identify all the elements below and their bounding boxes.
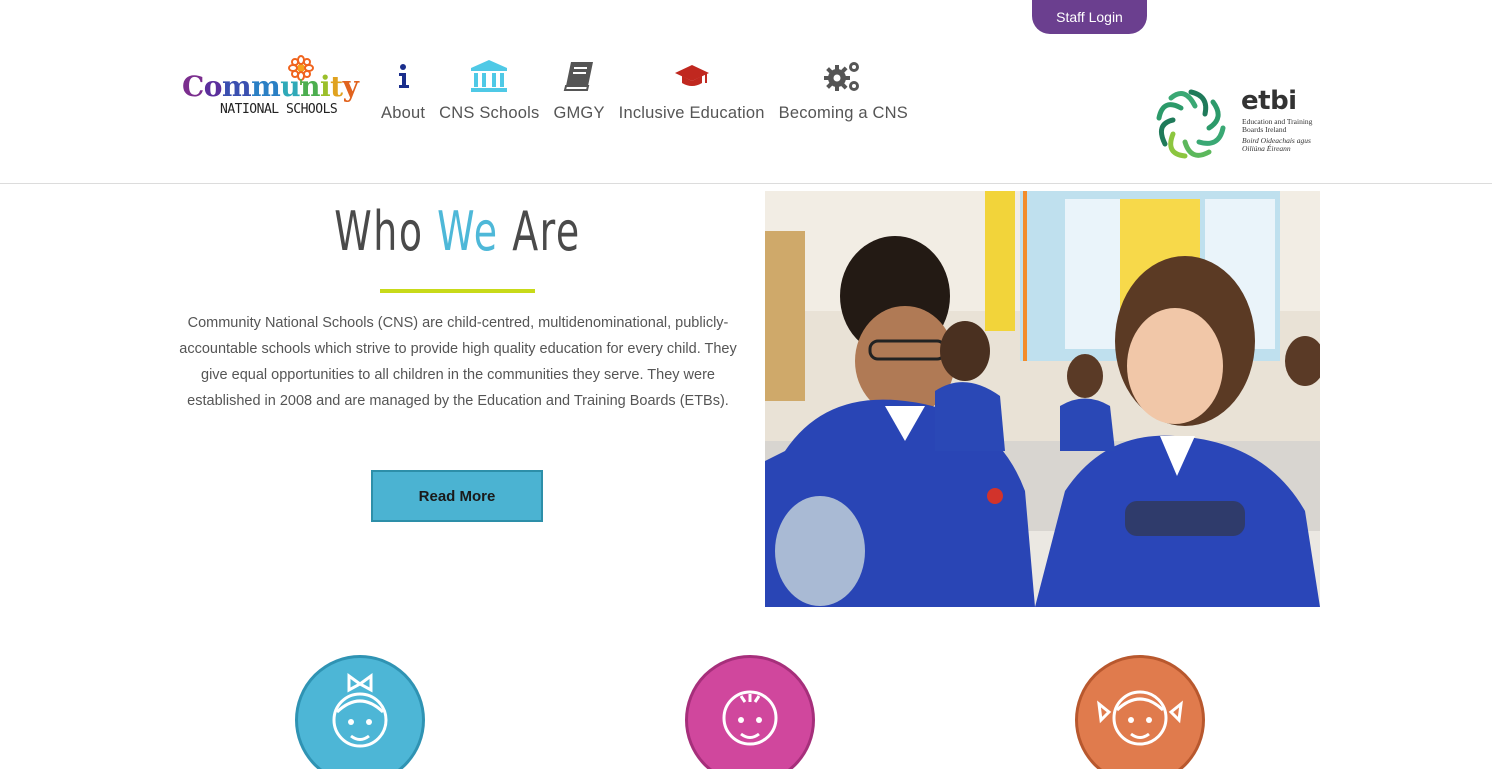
nav-label-cns-schools: CNS Schools — [439, 104, 540, 122]
nav-item-about[interactable]: About — [374, 55, 432, 135]
info-icon — [395, 55, 411, 97]
nav-label-becoming-a-cns: Becoming a CNS — [778, 104, 908, 122]
girl-with-pigtails-circle[interactable] — [1075, 655, 1205, 769]
girl-with-bow-icon — [332, 673, 388, 748]
who-we-are-heading: Who We Are — [241, 200, 674, 263]
logo-subtitle: NATIONAL SCHOOLS — [220, 102, 338, 117]
etbi-swirl-icon — [1156, 89, 1226, 159]
site-header: Community NATIONAL SCHOOLS About CNS Sch… — [0, 0, 1492, 184]
book-icon — [562, 55, 596, 97]
title-part-1: Who — [334, 200, 438, 263]
boy-face-circle[interactable] — [685, 655, 815, 769]
etbi-logo[interactable]: etbi Education and Training Boards Irela… — [1153, 86, 1323, 162]
classroom-children-photo — [765, 191, 1320, 607]
girl-with-pigtails-icon — [1097, 690, 1183, 746]
title-part-2: Are — [498, 200, 581, 263]
title-divider — [380, 289, 535, 293]
etbi-english-name: Education and Training Boards Ireland — [1242, 117, 1313, 134]
main-navigation: About CNS Schools GMGY Inclusive Educati… — [374, 55, 915, 135]
graduation-cap-icon — [674, 55, 710, 97]
etbi-name: etbi — [1241, 86, 1297, 116]
nav-label-inclusive-education: Inclusive Education — [618, 104, 765, 122]
nav-item-gmgy[interactable]: GMGY — [546, 55, 611, 135]
boy-face-icon — [722, 690, 778, 746]
logo-word: Community — [182, 70, 359, 103]
gears-icon — [823, 55, 863, 97]
girl-with-bow-circle[interactable] — [295, 655, 425, 769]
etbi-irish-name: Boird Oideachais agus Oiliúna Éireann — [1242, 136, 1311, 153]
institution-icon — [469, 55, 509, 97]
nav-label-gmgy: GMGY — [553, 104, 605, 122]
who-we-are-description: Community National Schools (CNS) are chi… — [179, 315, 737, 409]
nav-label-about: About — [381, 104, 426, 122]
read-more-button[interactable]: Read More — [371, 470, 543, 522]
community-national-schools-logo[interactable]: Community NATIONAL SCHOOLS — [180, 55, 359, 135]
nav-item-inclusive-education[interactable]: Inclusive Education — [612, 55, 772, 135]
nav-item-becoming-a-cns[interactable]: Becoming a CNS — [772, 55, 915, 135]
nav-item-cns-schools[interactable]: CNS Schools — [432, 55, 546, 135]
title-accent: We — [437, 200, 499, 263]
